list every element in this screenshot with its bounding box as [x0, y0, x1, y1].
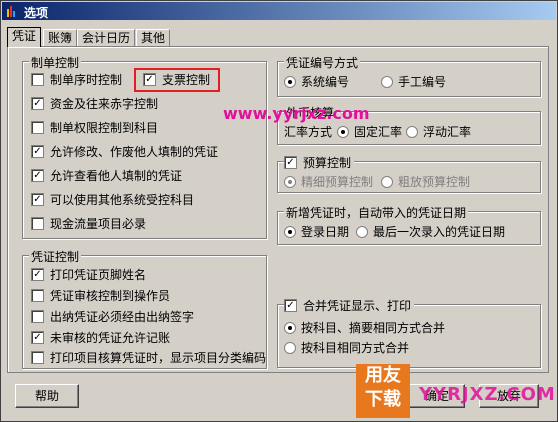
checkbox-box[interactable]	[31, 289, 44, 302]
radio-button[interactable]	[284, 225, 296, 238]
checkbox-box[interactable]: ✓	[31, 331, 44, 344]
fx-rate-label: 汇率方式	[284, 125, 333, 139]
checkbox-permission-by-account[interactable]: 制单权限控制到科目	[31, 119, 158, 136]
title-bar: 选项	[2, 2, 556, 20]
checkbox-box[interactable]	[31, 121, 44, 134]
tab-voucher[interactable]: 凭证	[7, 27, 42, 47]
checkbox-box[interactable]: ✓	[31, 145, 44, 158]
radio-button[interactable]	[284, 175, 296, 188]
checkbox-box[interactable]: ✓	[284, 299, 297, 312]
checkbox-unaudited-posting[interactable]: ✓ 未审核的凭证允许记账	[31, 329, 170, 346]
checkbox-use-controlled-accounts[interactable]: ✓ 可以使用其他系统受控科目	[31, 191, 194, 208]
radio-button[interactable]	[284, 75, 296, 88]
radio-floating-rate[interactable]: 浮动汇率	[406, 123, 471, 140]
radio-merge-by-account[interactable]: 按科目相同方式合并	[284, 339, 409, 356]
watermark-brand: YYRJXZ.COM	[419, 384, 556, 405]
checkbox-box[interactable]: ✓	[31, 169, 44, 182]
radio-button[interactable]	[284, 341, 296, 354]
checkbox-allow-edit-others[interactable]: ✓ 允许修改、作废他人填制的凭证	[31, 143, 218, 160]
tab-other[interactable]: 其他	[136, 29, 171, 47]
voucher-control-title: 凭证控制	[29, 248, 82, 265]
checkbox-sequential-control[interactable]: 制单序时控制	[31, 71, 122, 88]
checkbox-print-project-code[interactable]: 打印项目核算凭证时，显示项目分类编码	[31, 349, 266, 366]
radio-system-numbering[interactable]: 系统编号	[284, 73, 349, 90]
checkbox-box[interactable]	[31, 73, 44, 86]
radio-button[interactable]	[406, 125, 418, 138]
checkbox-audit-by-operator[interactable]: 凭证审核控制到操作员	[31, 287, 170, 304]
radio-button[interactable]	[381, 75, 393, 88]
tab-accounting-calendar[interactable]: 会计日历	[77, 29, 136, 47]
radio-button[interactable]	[381, 175, 393, 188]
app-icon	[7, 6, 15, 17]
checkbox-cashflow-required[interactable]: 现金流量项目必录	[31, 215, 146, 232]
radio-last-entered-date[interactable]: 最后一次录入的凭证日期	[356, 223, 505, 240]
radio-manual-numbering[interactable]: 手工编号	[381, 73, 446, 90]
radio-button[interactable]	[337, 125, 349, 138]
new-date-title: 新增凭证时，自动带入的凭证日期	[284, 204, 469, 221]
watermark-url: www.yyrjxz.com	[223, 104, 370, 123]
radio-fixed-rate[interactable]: 固定汇率	[337, 123, 402, 140]
radio-button[interactable]	[284, 321, 296, 334]
checkbox-cashier-sign-required[interactable]: 出纳凭证必须经由出纳签字	[31, 308, 194, 325]
radio-login-date[interactable]: 登录日期	[284, 223, 349, 240]
window-title: 选项	[24, 6, 49, 20]
numbering-title: 凭证编号方式	[284, 54, 361, 71]
radio-fine-budget[interactable]: 精细预算控制	[284, 173, 373, 190]
checkbox-box[interactable]: ✓	[31, 268, 44, 281]
checkbox-merge-voucher[interactable]: ✓ 合并凭证显示、打印	[284, 297, 415, 314]
checkbox-box[interactable]	[31, 217, 44, 230]
radio-button[interactable]	[356, 225, 368, 238]
checkbox-box[interactable]: ✓	[284, 156, 297, 169]
highlight-box	[134, 68, 220, 92]
checkbox-fund-deficit-control[interactable]: ✓ 资金及往来赤字控制	[31, 95, 158, 112]
make-control-title: 制单控制	[29, 54, 82, 71]
tab-ledger[interactable]: 账簿	[43, 29, 78, 47]
radio-coarse-budget[interactable]: 粗放预算控制	[381, 173, 470, 190]
checkbox-budget-control[interactable]: ✓ 预算控制	[284, 154, 355, 171]
checkbox-box[interactable]	[31, 351, 44, 364]
help-button[interactable]: 帮助	[15, 384, 79, 408]
radio-merge-by-account-summary[interactable]: 按科目、摘要相同方式合并	[284, 319, 445, 336]
checkbox-box[interactable]: ✓	[31, 193, 44, 206]
checkbox-box[interactable]	[31, 310, 44, 323]
checkbox-print-footer-name[interactable]: ✓ 打印凭证页脚姓名	[31, 266, 146, 283]
checkbox-box[interactable]: ✓	[31, 97, 44, 110]
options-window: 选项 凭证 账簿 会计日历 其他 制单控制 制单序时控制 ✓ 支票控制 ✓ 资金及往…	[0, 0, 558, 422]
checkbox-allow-view-others[interactable]: ✓ 允许查看他人填制的凭证	[31, 167, 182, 184]
watermark-logo: 用友 下载	[356, 364, 410, 418]
